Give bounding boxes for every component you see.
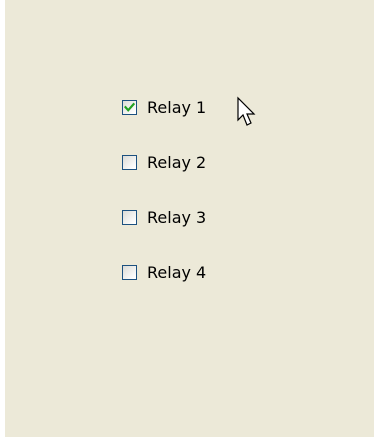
relay-2-label: Relay 2 bbox=[147, 152, 207, 172]
relay-1-checkbox[interactable] bbox=[122, 100, 137, 115]
relay-1-label: Relay 1 bbox=[147, 97, 207, 117]
relay-4-label: Relay 4 bbox=[147, 262, 207, 282]
relay-list: Relay 1 Relay 2 Relay 3 Relay 4 bbox=[122, 94, 206, 314]
relay-3-checkbox-row[interactable]: Relay 3 bbox=[122, 204, 206, 231]
relay-3-checkbox[interactable] bbox=[122, 210, 137, 225]
arrow-pointer-icon bbox=[237, 96, 256, 126]
checkmark-icon bbox=[124, 102, 135, 112]
relay-3-label: Relay 3 bbox=[147, 207, 207, 227]
relay-2-checkbox[interactable] bbox=[122, 155, 137, 170]
relay-1-checkbox-row[interactable]: Relay 1 bbox=[122, 94, 206, 121]
relay-4-checkbox[interactable] bbox=[122, 265, 137, 280]
relay-2-checkbox-row[interactable]: Relay 2 bbox=[122, 149, 206, 176]
relay-4-checkbox-row[interactable]: Relay 4 bbox=[122, 259, 206, 286]
relay-panel: Relay 1 Relay 2 Relay 3 Relay 4 bbox=[5, 0, 374, 437]
